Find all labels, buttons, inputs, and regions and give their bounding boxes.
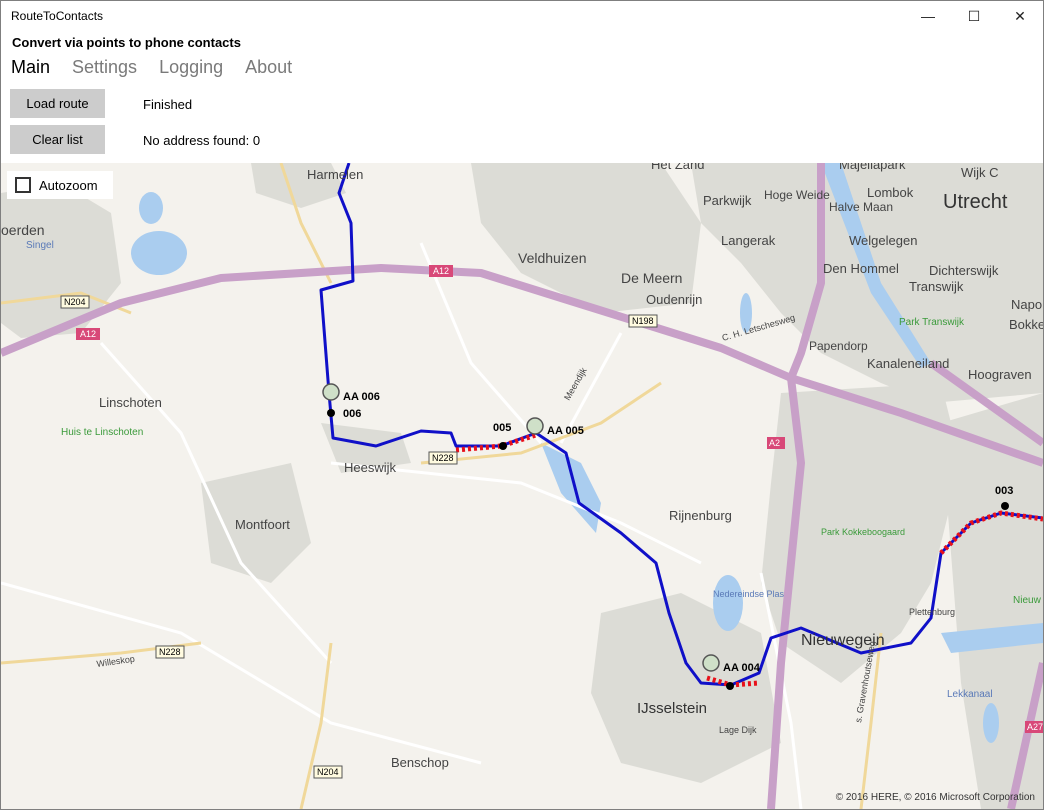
close-icon: ✕	[1014, 7, 1026, 24]
shield-n204-top: N204	[64, 297, 86, 307]
place-lekkanaal: Lekkanaal	[947, 689, 993, 700]
maximize-icon: ☐	[967, 7, 981, 24]
place-de-meern: De Meern	[621, 270, 682, 286]
road-letschesweg: C. H. Letschesweg	[721, 312, 796, 342]
waypoint-label-005: 005	[493, 422, 511, 434]
waypoint-004-dot	[726, 682, 734, 690]
shield-n204-bottom: N204	[317, 767, 339, 777]
autozoom-label: Autozoom	[39, 177, 98, 193]
address-count-text: No address found: 0	[143, 133, 261, 148]
waypoint-label-aa006: AA 006	[343, 391, 380, 403]
load-status-text: Finished	[143, 97, 193, 112]
place-oudenrijn: Oudenrijn	[646, 292, 702, 307]
place-heeswijk: Heeswijk	[344, 460, 397, 475]
clear-list-button[interactable]: Clear list	[10, 125, 105, 154]
place-nedereindse-plas: Nedereindse Plas	[713, 589, 785, 599]
place-nieuw: Nieuw	[1013, 595, 1042, 606]
shield-n198: N198	[632, 316, 654, 326]
place-hoograven: Hoograven	[968, 367, 1032, 382]
waypoint-label-003: 003	[995, 485, 1013, 497]
tab-about[interactable]: About	[245, 57, 292, 78]
place-papendorp: Papendorp	[809, 339, 868, 353]
place-het-zand: Het Zand	[651, 163, 704, 172]
place-welgelegen: Welgelegen	[849, 233, 917, 248]
tab-settings[interactable]: Settings	[72, 57, 137, 78]
place-singel: Singel	[26, 240, 54, 251]
shield-n228-left: N228	[159, 647, 181, 657]
waypoint-label-aa005: AA 005	[547, 425, 584, 437]
map-canvas[interactable]: AA 006 006 AA 005 005 AA 004 003 A12 A12…	[1, 163, 1043, 809]
place-lombok: Lombok	[867, 185, 914, 200]
waypoint-label-006: 006	[343, 408, 361, 420]
shield-a12-center: A12	[433, 266, 449, 276]
place-langerak: Langerak	[721, 233, 776, 248]
place-wijk-c: Wijk C	[961, 165, 999, 180]
place-lage-dijk: Lage Dijk	[719, 725, 757, 735]
place-rijnenburg: Rijnenburg	[669, 508, 732, 523]
close-button[interactable]: ✕	[997, 1, 1043, 31]
minimize-icon: —	[921, 8, 935, 24]
tab-main[interactable]: Main	[11, 57, 50, 78]
place-transwijk: Transwijk	[909, 279, 964, 294]
autozoom-checkbox[interactable]: Autozoom	[7, 171, 113, 199]
shield-a2: A2	[769, 438, 780, 448]
place-huis-te-linschoten: Huis te Linschoten	[61, 427, 143, 438]
place-kanaleneiland: Kanaleneiland	[867, 356, 949, 371]
place-hoge-weide: Hoge Weide	[764, 188, 830, 202]
place-dichterswijk: Dichterswijk	[929, 263, 999, 278]
app-window: RouteToContacts — ☐ ✕ Convert via points…	[0, 0, 1044, 810]
window-title: RouteToContacts	[11, 9, 104, 23]
place-woerden: oerden	[1, 222, 45, 238]
place-park-transwijk: Park Transwijk	[899, 317, 965, 328]
load-route-button[interactable]: Load route	[10, 89, 105, 118]
title-bar: RouteToContacts — ☐ ✕	[1, 1, 1043, 31]
map-copyright: © 2016 HERE, © 2016 Microsoft Corporatio…	[835, 792, 1035, 803]
place-benschop: Benschop	[391, 755, 449, 770]
minimize-button[interactable]: —	[905, 1, 951, 31]
shield-n228-center: N228	[432, 453, 454, 463]
place-montfoort: Montfoort	[235, 517, 290, 532]
place-den-hommel: Den Hommel	[823, 261, 899, 276]
place-park-kokkeboogaard: Park Kokkeboogaard	[821, 527, 905, 537]
map-view[interactable]: AA 006 006 AA 005 005 AA 004 003 A12 A12…	[1, 163, 1043, 809]
place-majellapark: Majellapark	[839, 163, 906, 172]
tab-bar: Main Settings Logging About	[11, 57, 314, 78]
place-linschoten: Linschoten	[99, 395, 162, 410]
place-plettenburg: Plettenburg	[909, 607, 955, 617]
waypoint-label-aa004: AA 004	[723, 662, 761, 674]
waypoint-aa006[interactable]: AA 006	[322, 383, 380, 403]
place-ijsselstein: IJsselstein	[637, 700, 707, 717]
tab-logging[interactable]: Logging	[159, 57, 223, 78]
shield-a12-left: A12	[80, 329, 96, 339]
checkbox-icon[interactable]	[15, 177, 31, 193]
maximize-button[interactable]: ☐	[951, 1, 997, 31]
place-halve-maan: Halve Maan	[829, 200, 893, 214]
place-harmelen: Harmelen	[307, 167, 363, 182]
place-bokke: Bokke	[1009, 317, 1043, 332]
app-header-title: Convert via points to phone contacts	[12, 35, 241, 50]
waypoint-aa005[interactable]: AA 005	[526, 417, 584, 437]
place-utrecht: Utrecht	[943, 191, 1008, 213]
place-parkwijk: Parkwijk	[703, 193, 752, 208]
shield-a27: A27	[1027, 722, 1043, 732]
place-napo: Napo	[1011, 297, 1042, 312]
place-veldhuizen: Veldhuizen	[518, 250, 587, 266]
